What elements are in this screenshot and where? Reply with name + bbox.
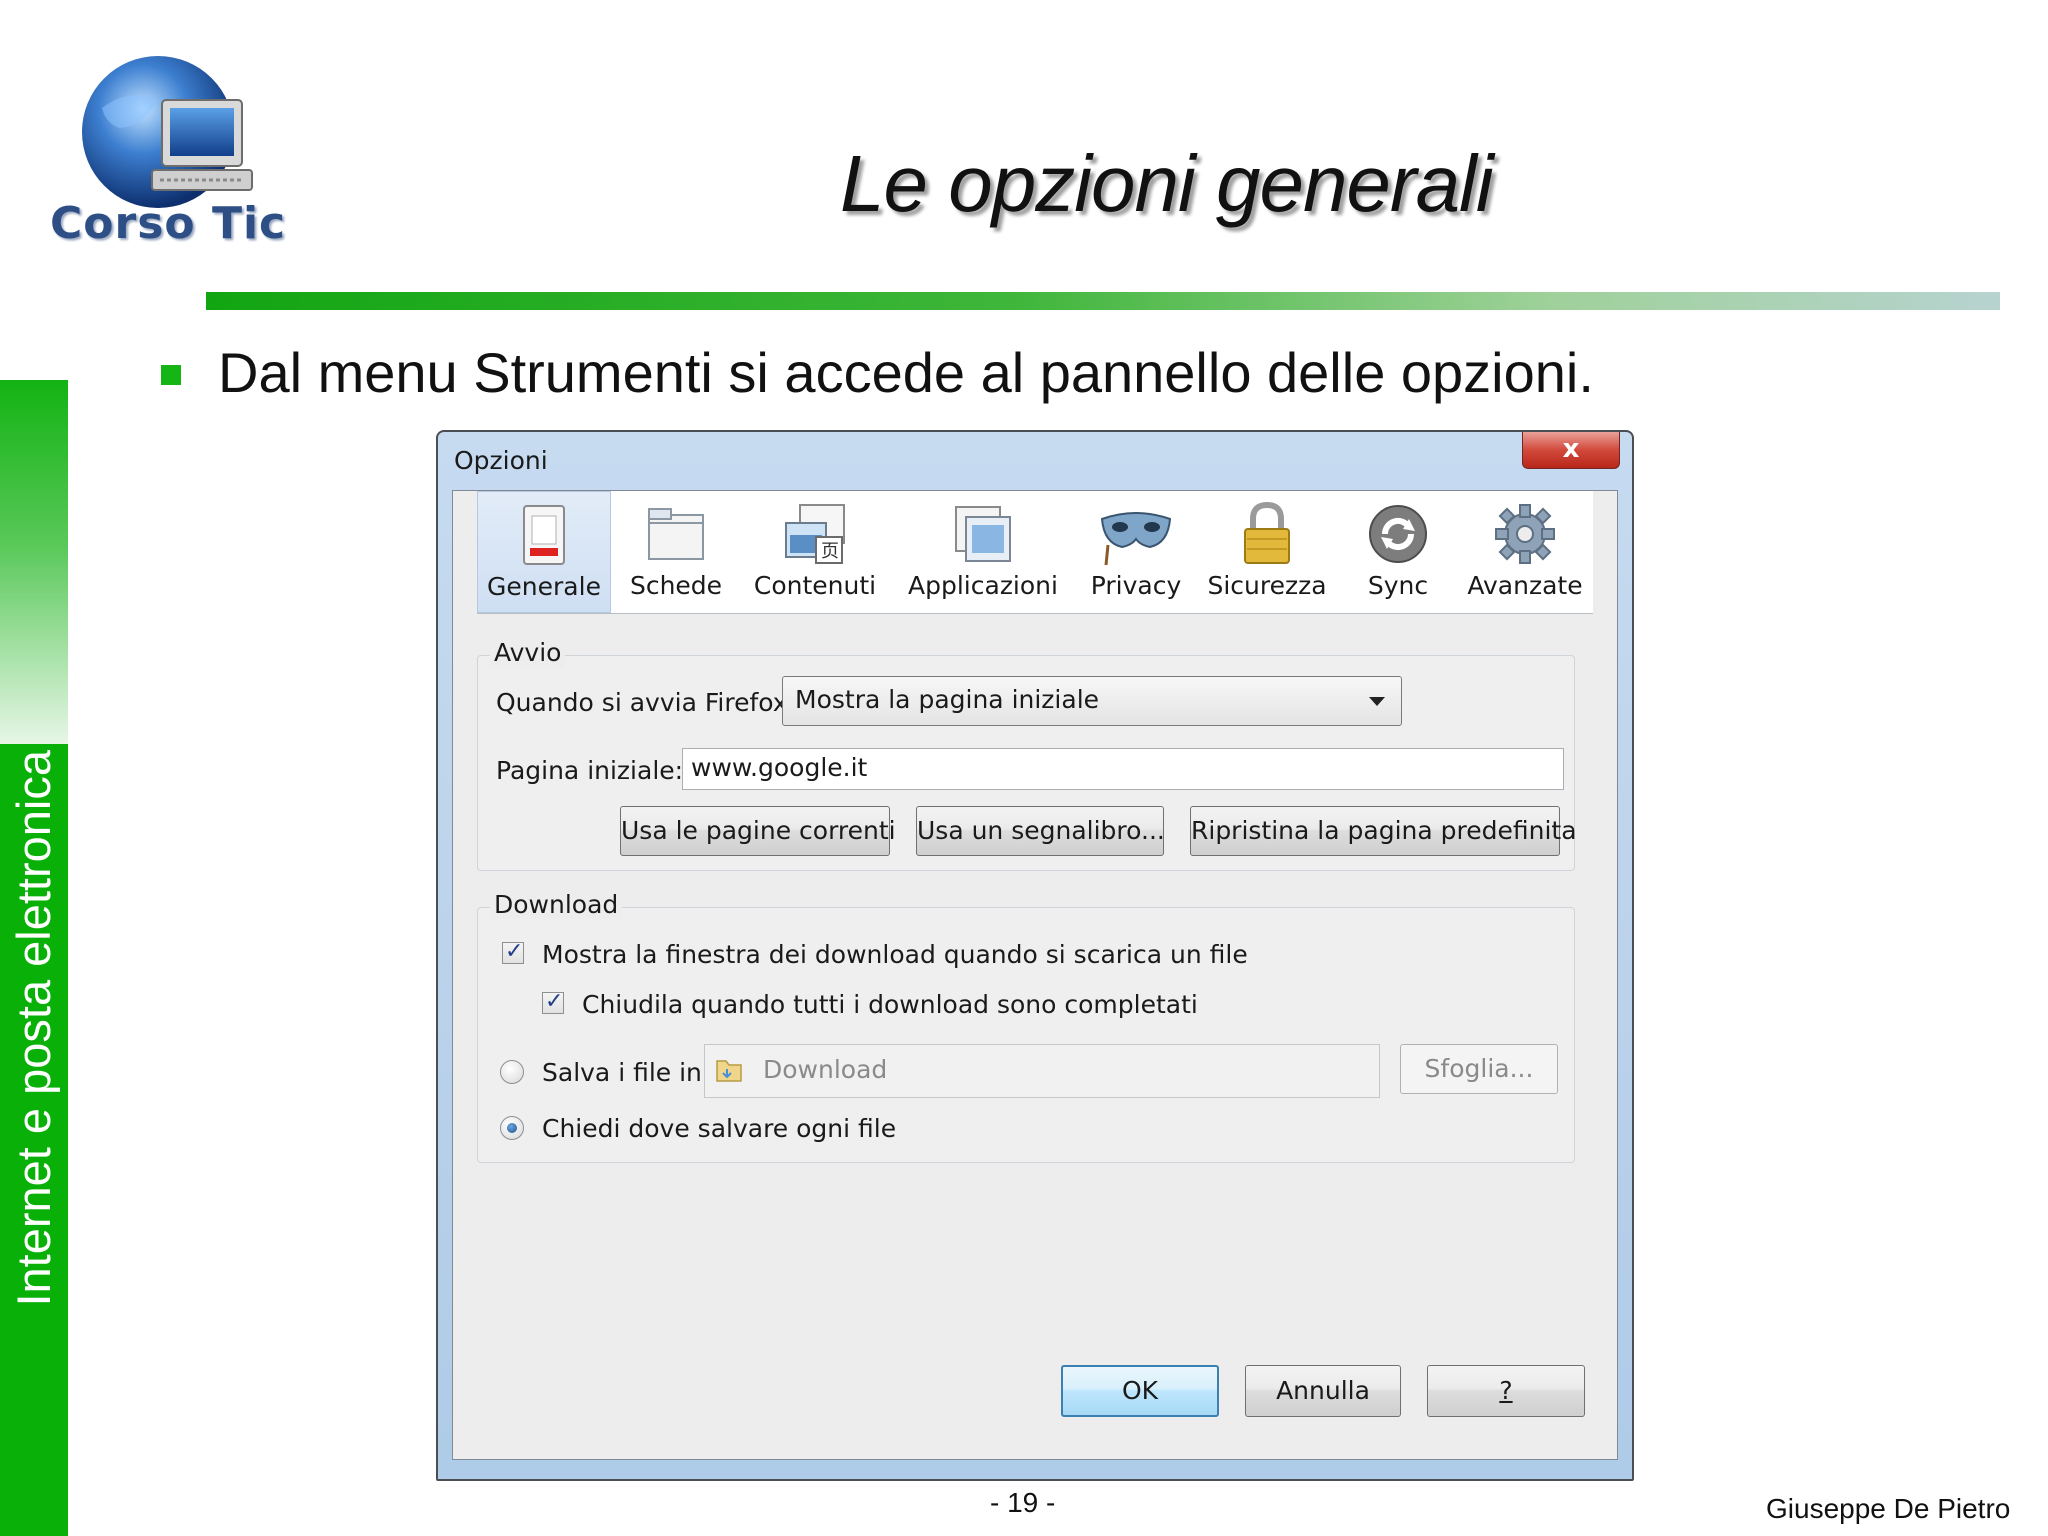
tab-sync[interactable]: Sync	[1339, 491, 1457, 613]
homepage-label: Pagina iniziale:	[496, 756, 684, 785]
folder-value: Download	[763, 1055, 888, 1084]
dialog-client-area: Generale Schede 页 Contenuti Applicazioni…	[452, 490, 1618, 1460]
mask-icon	[1100, 512, 1172, 566]
bullet-square-icon	[161, 365, 181, 385]
tab-schede[interactable]: Schede	[611, 491, 741, 613]
padlock-icon	[1244, 501, 1290, 564]
close-button[interactable]: x	[1522, 432, 1620, 469]
globe-computer-icon	[82, 56, 253, 208]
tab-label: Applicazioni	[908, 571, 1058, 600]
svg-text:页: 页	[821, 541, 839, 562]
save-to-folder-radio[interactable]	[500, 1060, 524, 1084]
tab-label: Schede	[629, 571, 723, 600]
tab-label: Generale	[487, 572, 601, 601]
ask-where-radio[interactable]	[500, 1116, 524, 1140]
author-name: Giuseppe De Pietro	[1766, 1493, 2011, 1524]
options-toolbar: Generale Schede 页 Contenuti Applicazioni…	[477, 491, 1593, 614]
folder-icon	[716, 1060, 742, 1082]
chevron-down-icon	[1369, 697, 1385, 706]
startup-behavior-select[interactable]: Mostra la pagina iniziale	[782, 676, 1402, 726]
applications-icon	[955, 506, 1011, 562]
options-dialog: Opzioni x Generale Schede 页 Contenuti Ap…	[436, 430, 1634, 1481]
close-when-done-label: Chiudila quando tutti i download sono co…	[582, 990, 1198, 1019]
browse-button[interactable]: Sfoglia...	[1400, 1044, 1558, 1094]
bullet-text: Dal menu Strumenti si accede al pannello…	[218, 341, 1594, 404]
check-icon: ✓	[545, 989, 564, 1014]
side-bar-text: Internet e posta elettronica	[7, 750, 60, 1307]
tab-label: Sync	[1367, 571, 1429, 600]
homepage-input[interactable]: www.google.it	[682, 748, 1564, 790]
gear-icon	[1495, 504, 1555, 564]
use-bookmark-button[interactable]: Usa un segnalibro...	[916, 806, 1165, 856]
ok-button[interactable]: OK	[1061, 1365, 1219, 1417]
show-downloads-checkbox[interactable]: ✓	[502, 939, 524, 964]
check-icon: ✓	[505, 939, 524, 964]
show-downloads-label: Mostra la finestra dei download quando s…	[542, 940, 1248, 969]
use-current-pages-button[interactable]: Usa le pagine correnti	[620, 806, 896, 856]
help-button[interactable]: ?	[1427, 1365, 1585, 1417]
save-to-folder-label: Salva i file in	[542, 1058, 702, 1087]
tab-label: Contenuti	[753, 571, 877, 600]
tab-applicazioni[interactable]: Applicazioni	[889, 491, 1077, 613]
slide-title: Le opzioni generali	[840, 139, 1494, 228]
tabs-icon	[648, 508, 704, 560]
sync-icon	[1369, 505, 1427, 563]
close-when-done-checkbox[interactable]: ✓	[542, 989, 564, 1014]
startup-behavior-label: Quando si avvia Firefox:	[496, 688, 796, 717]
tab-label: Avanzate	[1467, 571, 1583, 600]
startup-group: Avvio Quando si avvia Firefox: Mostra la…	[477, 638, 1577, 871]
side-bar-gradient	[0, 380, 68, 744]
tab-generale[interactable]: Generale	[477, 491, 611, 613]
logo-text: Corso Tic	[50, 198, 287, 249]
download-folder-field[interactable]: Download	[704, 1044, 1380, 1098]
dialog-title: Opzioni	[454, 446, 548, 475]
tab-label: Sicurezza	[1207, 571, 1327, 600]
cancel-button[interactable]: Annulla	[1245, 1365, 1401, 1417]
tab-avanzate[interactable]: Avanzate	[1457, 491, 1593, 613]
group-label: Avvio	[490, 638, 566, 667]
tab-label: Privacy	[1090, 571, 1182, 600]
content-icon: 页	[785, 504, 845, 564]
group-label: Download	[490, 890, 623, 919]
select-value: Mostra la pagina iniziale	[795, 685, 1100, 714]
page-number: - 19 -	[990, 1487, 1056, 1518]
tab-sicurezza[interactable]: Sicurezza	[1195, 491, 1339, 613]
restore-default-button[interactable]: Ripristina la pagina predefinita	[1190, 806, 1577, 856]
ask-where-label: Chiedi dove salvare ogni file	[542, 1114, 897, 1143]
switch-icon	[523, 505, 565, 565]
tab-contenuti[interactable]: 页 Contenuti	[741, 491, 889, 613]
downloads-group: Download ✓ Mostra la finestra dei downlo…	[477, 890, 1575, 1163]
title-divider	[206, 292, 2000, 310]
tab-privacy[interactable]: Privacy	[1077, 491, 1195, 613]
